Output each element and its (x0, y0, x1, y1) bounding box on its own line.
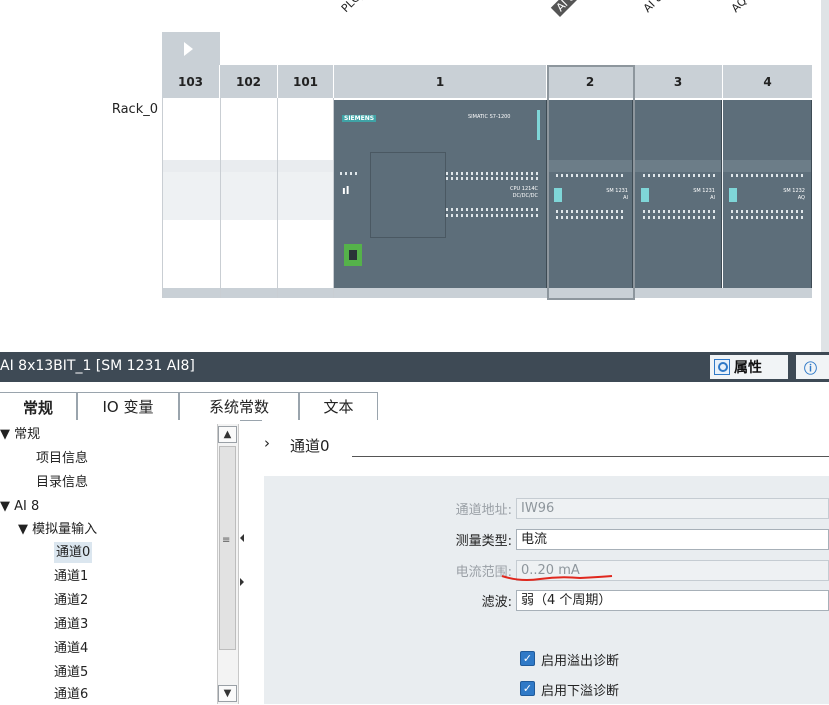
io-terminal-dots (731, 210, 805, 213)
io-terminal-dots (446, 214, 538, 217)
sm-module-slot-3[interactable]: SM 1231 AI (635, 100, 722, 288)
cpu-door (370, 152, 446, 238)
section-title: 通道0 (290, 437, 330, 455)
module-label-ai[interactable]: AI 8 (641, 0, 665, 15)
underflow-diagnostic-label: 启用下溢诊断 (541, 684, 620, 699)
sm-type-text: SM 1232 (783, 188, 805, 194)
tree-item-channel-1[interactable]: 通道1 (54, 566, 88, 587)
tree-item-channel-3[interactable]: 通道3 (54, 614, 88, 635)
red-underline-annotation (501, 575, 613, 581)
section-divider (352, 456, 829, 457)
io-terminal-dots (340, 172, 358, 175)
measurement-type-select[interactable]: 电流 (516, 529, 829, 550)
grip-icon: ≡ (222, 535, 231, 546)
device-view-scrollbar[interactable] (821, 0, 829, 352)
cpu-module[interactable]: SIEMENS SIMATIC S7-1200 CPU 1214C DC/DC/… (334, 100, 547, 288)
sm-type-text: AI (710, 195, 715, 201)
panel-splitter[interactable] (238, 424, 247, 704)
overflow-diagnostic-checkbox[interactable]: ✓ (520, 651, 535, 666)
ethernet-port-icon (344, 244, 362, 266)
channel-address-field: IW96 (516, 498, 829, 519)
collapse-left-icon[interactable] (240, 534, 244, 542)
slot-101[interactable] (278, 98, 334, 298)
module-label-aq[interactable]: AQ (729, 0, 750, 15)
io-terminal-dots (446, 172, 538, 175)
slot-header-3: 3 (634, 65, 723, 98)
scroll-up-button[interactable]: ▲ (218, 426, 237, 443)
module-label-plc[interactable]: PLC_ (339, 0, 367, 15)
io-terminal-dots (731, 174, 805, 177)
channel-address-label: 通道地址: (455, 503, 512, 518)
filter-select[interactable]: 弱（4 个周期） (516, 590, 829, 611)
scroll-down-button[interactable]: ▼ (218, 685, 237, 702)
slot-header-103: 103 (162, 65, 220, 98)
properties-tab[interactable]: 属性 (710, 355, 788, 379)
tab-general[interactable]: 常规 (0, 392, 77, 421)
status-led (729, 188, 737, 202)
section-arrow-icon[interactable]: › (264, 434, 270, 452)
module-label-ai-selected[interactable]: AI 8 (550, 0, 581, 18)
overflow-diagnostic-label: 启用溢出诊断 (541, 654, 620, 669)
tree-item-channel-0[interactable]: 通道0 (54, 542, 93, 563)
terminal-strip (635, 160, 721, 172)
play-arrow-icon (184, 42, 193, 56)
cpu-type-text: CPU 1214C (510, 186, 538, 192)
slot-header-102: 102 (220, 65, 278, 98)
tab-io-tags[interactable]: IO 变量 (77, 392, 179, 420)
io-terminal-dots (446, 177, 538, 180)
profinet-icon: ıl (342, 184, 350, 197)
tree-item-channel-2[interactable]: 通道2 (54, 590, 88, 611)
io-terminal-dots (731, 216, 805, 219)
slot-header-101: 101 (278, 65, 334, 98)
status-led (641, 188, 649, 202)
filter-label: 滤波: (481, 595, 512, 610)
navigation-tree: ▼ 常规 项目信息 目录信息 ▼ AI 8 ▼ 模拟量输入 通道0 通道1 通道… (0, 420, 240, 704)
io-terminal-dots (446, 208, 538, 211)
tree-item-ai8[interactable]: ▼ AI 8 (0, 496, 39, 517)
status-led-strip (537, 110, 540, 140)
slot-header-1: 1 (334, 65, 547, 98)
tree-item-catalog-info[interactable]: 目录信息 (36, 472, 88, 493)
siemens-logo: SIEMENS (342, 115, 377, 122)
info-icon: ⓘ (804, 361, 818, 377)
tree-item-channel-5[interactable]: 通道5 (54, 662, 88, 683)
tree-item-analog-inputs[interactable]: ▼ 模拟量输入 (18, 519, 97, 540)
slot-header-4: 4 (723, 65, 813, 98)
device-view: PLC_ AI 8 AI 8 AQ 103 102 101 1 2 3 4 Ra… (0, 0, 829, 352)
inspector-tabs: 常规 IO 变量 系统常数 文本 (0, 382, 829, 421)
properties-label: 属性 (734, 360, 762, 376)
tree-item-channel-4[interactable]: 通道4 (54, 638, 88, 659)
expand-rack-button[interactable] (162, 32, 220, 65)
tab-system-constants[interactable]: 系统常数 (179, 392, 299, 420)
cpu-model-text: SIMATIC S7-1200 (468, 114, 511, 120)
inspector-title-bar: AI 8x13BIT_1 [SM 1231 AI8] 属性 ⓘ (0, 352, 829, 382)
tree-item-general[interactable]: ▼ 常规 (0, 424, 40, 445)
sm-type-text: SM 1231 (693, 188, 715, 194)
io-terminal-dots (643, 210, 715, 213)
properties-icon (714, 359, 730, 375)
slot-102[interactable] (220, 98, 278, 298)
selected-module-frame (547, 65, 635, 300)
inspector-title: AI 8x13BIT_1 [SM 1231 AI8] (0, 358, 195, 374)
sm-module-slot-4[interactable]: SM 1232 AQ (723, 100, 812, 288)
current-range-label: 电流范围: (455, 565, 512, 580)
tree-item-project-info[interactable]: 项目信息 (36, 448, 88, 469)
rack-label: Rack_0 (111, 102, 158, 117)
cpu-type-text: DC/DC/DC (512, 193, 538, 199)
io-terminal-dots (643, 216, 715, 219)
tab-texts[interactable]: 文本 (299, 392, 378, 420)
io-terminal-dots (643, 174, 715, 177)
measurement-type-label: 测量类型: (455, 534, 512, 549)
scroll-thumb[interactable]: ≡ (219, 446, 236, 650)
info-tab[interactable]: ⓘ (796, 355, 829, 379)
tree-item-channel-6[interactable]: 通道6 (54, 684, 88, 705)
slot-103[interactable] (162, 98, 221, 298)
expand-right-icon[interactable] (240, 578, 244, 586)
terminal-strip (723, 160, 811, 172)
underflow-diagnostic-checkbox[interactable]: ✓ (520, 681, 535, 696)
tree-scrollbar[interactable]: ▲ ≡ ▼ (217, 424, 238, 704)
sm-type-text: AQ (797, 195, 805, 201)
